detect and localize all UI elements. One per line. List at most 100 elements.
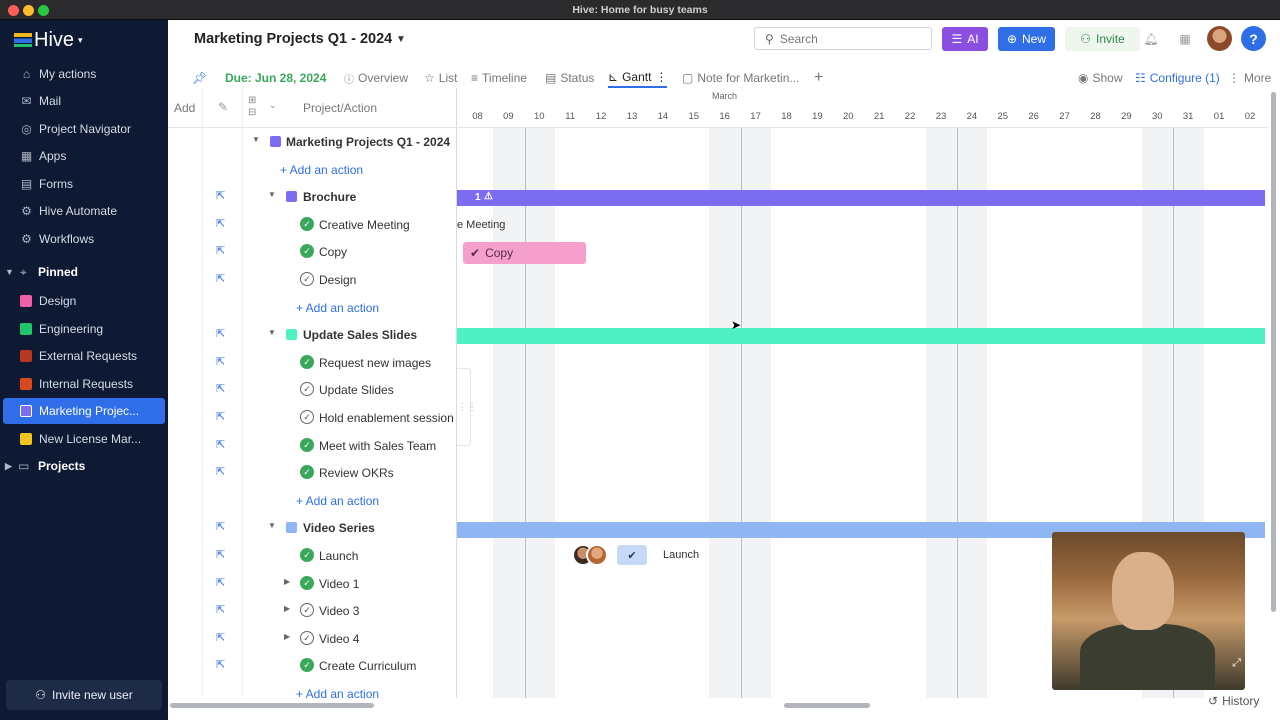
task-row[interactable]: ⇱ ✓ Launch — [168, 542, 457, 569]
expand-caret-icon[interactable]: ▶ — [284, 577, 290, 586]
completed-check-icon[interactable]: ✓ — [300, 244, 314, 259]
new-button[interactable]: ⊕ New — [998, 27, 1055, 51]
gantt-bar-copy[interactable]: ✔ Copy — [463, 242, 586, 264]
sidebar-item-forms[interactable]: ▤ Forms — [0, 171, 168, 197]
add-column-header[interactable]: Add — [174, 101, 195, 115]
collapse-caret-icon[interactable]: ▼ — [268, 328, 276, 337]
tab-list[interactable]: ☆ List — [424, 68, 457, 88]
open-item-icon[interactable]: ⇱ — [216, 272, 225, 285]
invite-button[interactable]: ⚇ Invite — [1065, 27, 1140, 51]
sidebar-pinned-external-requests[interactable]: External Requests — [0, 343, 168, 369]
add-action-link[interactable]: + Add an action — [296, 301, 379, 315]
open-item-icon[interactable]: ⇱ — [216, 410, 225, 423]
add-action-row[interactable]: + Add an action — [168, 487, 457, 514]
completed-check-icon[interactable]: ✓ — [300, 658, 314, 673]
collapse-caret-icon[interactable]: ▼ — [268, 190, 276, 199]
add-action-row[interactable]: + Add an action — [168, 156, 457, 183]
add-tab-plus-icon[interactable]: + — [814, 68, 823, 88]
group-row[interactable]: ⇱ ▼ Brochure — [168, 183, 457, 210]
sidebar-item-project-navigator[interactable]: ◎ Project Navigator — [0, 116, 168, 142]
add-action-row[interactable]: + Add an action — [168, 680, 457, 707]
sidebar-pinned-internal-requests[interactable]: Internal Requests — [0, 371, 168, 397]
incomplete-check-icon[interactable]: ✓ — [300, 410, 314, 424]
task-row[interactable]: ⇱ ▶ ✓ Video 1 — [168, 570, 457, 597]
tab-status[interactable]: ▤ Status — [545, 68, 594, 88]
sidebar-item-apps[interactable]: ▦ Apps — [0, 143, 168, 169]
sidebar-pinned-design[interactable]: Design — [0, 288, 168, 314]
open-item-icon[interactable]: ⇱ — [216, 244, 225, 257]
open-item-icon[interactable]: ⇱ — [216, 217, 225, 230]
completed-check-icon[interactable]: ✓ — [300, 465, 314, 480]
open-item-icon[interactable]: ⇱ — [216, 189, 225, 202]
add-action-row[interactable]: + Add an action — [168, 294, 457, 321]
incomplete-check-icon[interactable]: ✓ — [300, 603, 314, 618]
open-item-icon[interactable]: ⇱ — [216, 520, 225, 533]
gantt-bar-update-sales-slides[interactable] — [457, 328, 1265, 344]
task-row[interactable]: ⇱ ✓ Meet with Sales Team — [168, 432, 457, 459]
open-item-icon[interactable]: ⇱ — [216, 327, 225, 340]
tab-options-icon[interactable]: ⋮ — [655, 70, 667, 84]
open-item-icon[interactable]: ⇱ — [216, 603, 225, 616]
search-input[interactable]: ⚲ Search — [754, 27, 932, 50]
completed-check-icon[interactable]: ✓ — [300, 548, 314, 562]
sidebar-item-hive-automate[interactable]: ⚙ Hive Automate — [0, 198, 168, 224]
completed-check-icon[interactable]: ✓ — [300, 216, 314, 231]
group-row[interactable]: ⇱ ▼ Update Sales Slides — [168, 321, 457, 348]
incomplete-check-icon[interactable]: ✓ — [300, 630, 314, 645]
help-button[interactable]: ? — [1241, 26, 1266, 51]
project-row[interactable]: ▼ Marketing Projects Q1 - 2024 — [168, 128, 457, 155]
completed-check-icon[interactable]: ✓ — [300, 354, 314, 369]
task-row[interactable]: ⇱ ✓ Create Curriculum — [168, 652, 457, 679]
collapse-chevron-icon[interactable]: ⌄ — [269, 100, 277, 111]
open-item-icon[interactable]: ⇱ — [216, 438, 225, 451]
show-button[interactable]: ◉ Show — [1078, 68, 1123, 88]
calendar-icon[interactable]: ▦ — [1174, 28, 1196, 50]
pinned-section-header[interactable]: ▼ ⌖ Pinned — [0, 261, 168, 283]
task-row[interactable]: ⇱ ✓ Copy — [168, 238, 457, 265]
open-item-icon[interactable]: ⇱ — [216, 631, 225, 644]
open-item-icon[interactable]: ⇱ — [216, 382, 225, 395]
sidebar-item-workflows[interactable]: ⚙ Workflows — [0, 226, 168, 252]
task-row[interactable]: ⇱ ✓ Request new images — [168, 349, 457, 376]
task-row[interactable]: ⇱ ✓ Review OKRs — [168, 459, 457, 486]
vertical-scrollbar[interactable] — [1271, 92, 1276, 612]
ai-button[interactable]: ☰ AI — [942, 27, 988, 51]
gantt-horizontal-scrollbar[interactable] — [784, 703, 870, 708]
sidebar-pinned-engineering[interactable]: Engineering — [0, 316, 168, 342]
launch-milestone-checkmark-icon[interactable]: ✔ — [617, 545, 647, 565]
task-row[interactable]: ⇱ ▶ ✓ Video 3 — [168, 597, 457, 624]
tab-overview[interactable]: ⓘ Overview — [344, 68, 408, 88]
add-action-link[interactable]: + Add an action — [296, 494, 379, 508]
user-avatar[interactable] — [1207, 26, 1232, 51]
title-dropdown-caret-icon[interactable]: ▼ — [396, 34, 406, 45]
open-item-icon[interactable]: ⇱ — [216, 548, 225, 561]
task-row[interactable]: ⇱ ▶ ✓ Video 4 — [168, 625, 457, 652]
add-action-link[interactable]: + Add an action — [280, 163, 363, 177]
expand-icon[interactable]: ⤢ — [1232, 657, 1241, 670]
incomplete-check-icon[interactable]: ✓ — [300, 382, 314, 397]
add-action-link[interactable]: + Add an action — [296, 687, 379, 701]
sidebar-pinned-new-license[interactable]: New License Mar... — [0, 426, 168, 452]
group-row[interactable]: ⇱ ▼ Video Series — [168, 514, 457, 541]
invite-new-user-button[interactable]: ⚇ Invite new user — [6, 680, 162, 710]
completed-check-icon[interactable]: ✓ — [300, 575, 314, 590]
page-title[interactable]: Marketing Projects Q1 - 2024 — [194, 31, 392, 47]
projects-section-header[interactable]: ▶ ▭ Projects — [0, 455, 168, 477]
history-button[interactable]: ↺ History — [1208, 692, 1259, 710]
open-item-icon[interactable]: ⇱ — [216, 355, 225, 368]
configure-button[interactable]: ☷ Configure (1) — [1135, 68, 1220, 88]
due-date-label[interactable]: Due: Jun 28, 2024 — [225, 68, 326, 88]
task-row[interactable]: ⇱ ✓ Creative Meeting — [168, 211, 457, 238]
sidebar-item-mail[interactable]: ✉ Mail — [0, 88, 168, 114]
completed-check-icon[interactable]: ✓ — [300, 437, 314, 452]
tab-note[interactable]: ▢ Note for Marketin... — [682, 68, 799, 88]
open-item-icon[interactable]: ⇱ — [216, 658, 225, 671]
sidebar-pinned-marketing-projects[interactable]: Marketing Projec... — [3, 398, 165, 424]
incomplete-check-icon[interactable]: ✓ — [300, 272, 314, 286]
sidebar-item-my-actions[interactable]: ⌂ My actions — [0, 61, 168, 87]
task-row[interactable]: ⇱ ✓ Design — [168, 266, 457, 293]
collapse-caret-icon[interactable]: ▼ — [268, 521, 276, 530]
notifications-bell-icon[interactable]: 🔔︎ — [1140, 28, 1162, 50]
open-item-icon[interactable]: ⇱ — [216, 576, 225, 589]
collapse-caret-icon[interactable]: ▼ — [252, 135, 260, 144]
